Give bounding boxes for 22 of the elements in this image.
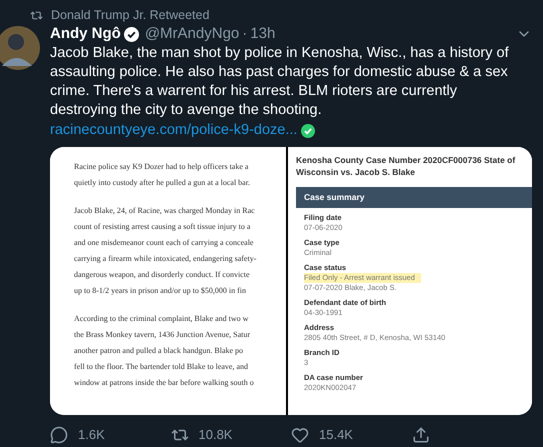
media-card[interactable] [50, 147, 532, 415]
tweet-link[interactable]: racinecountyeye.com/police-k9-doze... [50, 120, 298, 142]
separator: · [242, 24, 248, 44]
check-circle-icon [301, 124, 316, 138]
retweet-icon [30, 8, 43, 22]
author-handle[interactable]: @MrAndyNgo [144, 22, 240, 46]
speech-bubble-icon[interactable] [50, 426, 68, 444]
article-paragraph: Jacob Blake, 24, of Racine, was charged Monday in Rac count of resisting arrest causing a soft tissue injury to a and one misdemeanor count each of carrying a conceale carrying a firearm while intoxicated, endangering safety- dangerous weapon, and disorderly conduct. If convicte up to 8-1/2 years in prison and/or up to $50,000 in fin [74, 205, 258, 297]
retweet-label: Donald Trump Jr. Retweeted [51, 6, 210, 24]
share-icon[interactable] [412, 426, 430, 444]
article-paragraph: According to the criminal complaint, Blake and two w the Brass Monkey tavern, 1436 Junction Avenue, Satur another patron and pulled a black handgun. Blake po fell to the floor. The bartender told Blake to leave, and window at patrons inside the bar before walking south o [74, 313, 255, 389]
tweet-text: Jacob Blake, the man shot by police in Kenosha, Wisc., has a history of assaulting police. He also has past charges for domestic abuse & a sex crime. There's a warrent for his arrest. BLM rioters are currently destroying the city to avenge the shooting. [50, 44, 510, 120]
article-paragraph: Racine police say K9 Dozer had to help officers take a quietly into custody after he pulled a gun at a local bar. [74, 161, 251, 189]
action-count: 1.6K [78, 426, 105, 444]
tweet-time[interactable]: 13h [250, 22, 276, 46]
avatar[interactable] [0, 26, 40, 70]
action-count: 15.4K [319, 426, 353, 444]
author-name[interactable]: Andy Ngô [50, 22, 121, 46]
case-title: Kenosha County Case Number 2020CF000736 State of Wisconsin vs. Jacob S. Blake [296, 154, 516, 178]
heart-icon[interactable] [291, 426, 309, 444]
case-summary-header: Case summary [296, 187, 532, 208]
action-count: 10.8K [198, 426, 232, 444]
